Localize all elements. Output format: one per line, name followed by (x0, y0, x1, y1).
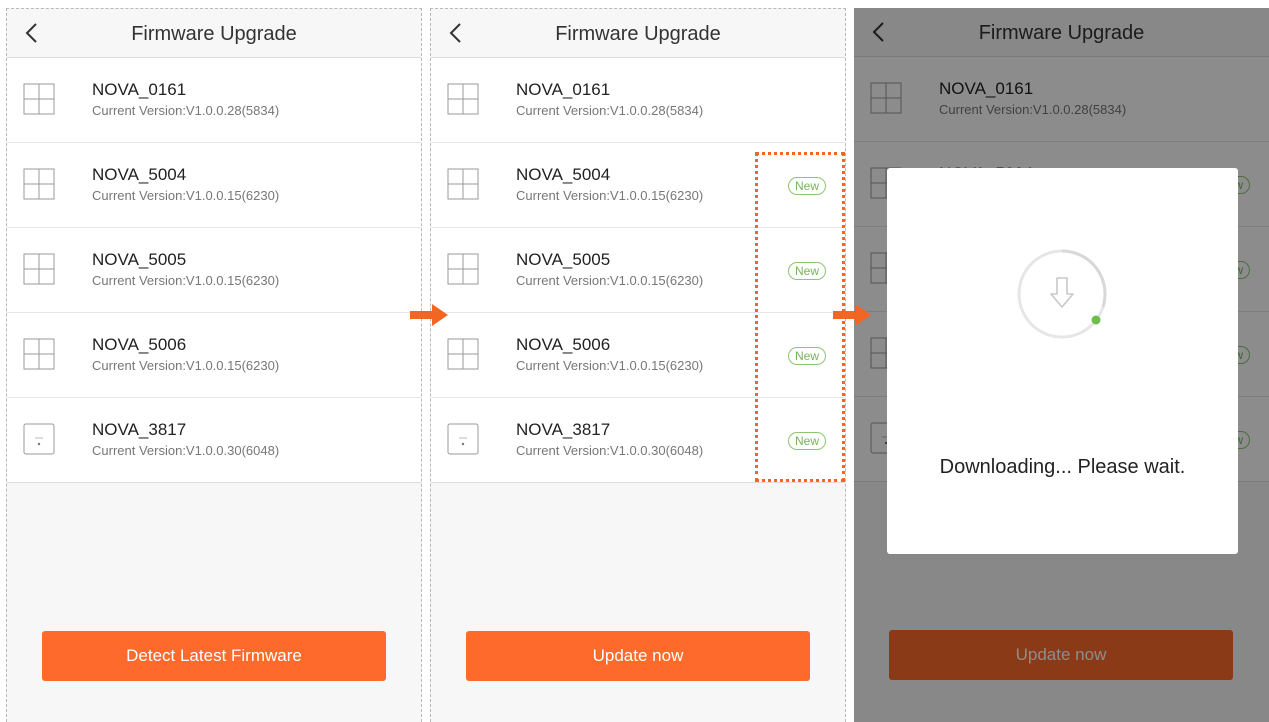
puck-device-icon (447, 423, 479, 455)
device-name: NOVA_5005 (516, 250, 611, 269)
arrow-right-icon (410, 304, 448, 326)
page-title: Firmware Upgrade (555, 23, 721, 45)
stage: Firmware Upgrade NOVA_0161 Current Versi… (0, 0, 1269, 722)
new-badge-highlight-box (755, 152, 845, 482)
device-name: NOVA_3817 (92, 420, 187, 439)
list-item[interactable]: NOVA_0161 Current Version:V1.0.0.28(5834… (431, 58, 845, 143)
device-version: Current Version:V1.0.0.28(5834) (516, 103, 704, 118)
download-dialog: Downloading... Please wait. (887, 168, 1238, 554)
device-name: NOVA_5006 (92, 335, 187, 354)
grid-device-icon (23, 83, 55, 115)
list-item[interactable]: NOVA_3817 Current Version:V1.0.0.30(6048… (7, 398, 421, 483)
device-name: NOVA_0161 (92, 80, 187, 99)
grid-device-icon (447, 338, 479, 370)
detect-latest-firmware-button[interactable]: Detect Latest Firmware (42, 631, 386, 681)
screen-detect: Firmware Upgrade NOVA_0161 Current Versi… (6, 8, 422, 722)
list-item[interactable]: NOVA_0161 Current Version:V1.0.0.28(5834… (7, 58, 421, 143)
update-now-button[interactable]: Update now (466, 631, 810, 681)
grid-device-icon (447, 253, 479, 285)
download-progress-icon (1017, 249, 1107, 339)
device-version: Current Version:V1.0.0.30(6048) (92, 443, 280, 458)
puck-device-icon (23, 423, 55, 455)
device-name: NOVA_5004 (92, 165, 187, 184)
grid-device-icon (447, 168, 479, 200)
list-item[interactable]: NOVA_5004 Current Version:V1.0.0.15(6230… (7, 143, 421, 228)
header: Firmware Upgrade (7, 9, 421, 58)
grid-device-icon (23, 338, 55, 370)
device-name: NOVA_5004 (516, 165, 611, 184)
device-name: NOVA_0161 (516, 80, 611, 99)
downloading-message: Downloading... Please wait. (939, 456, 1186, 478)
device-version: Current Version:V1.0.0.15(6230) (516, 358, 704, 373)
header: Firmware Upgrade (431, 9, 845, 58)
device-name: NOVA_5005 (92, 250, 187, 269)
device-version: Current Version:V1.0.0.30(6048) (516, 443, 704, 458)
arrow-right-icon (833, 304, 871, 326)
grid-device-icon (23, 168, 55, 200)
grid-device-icon (23, 253, 55, 285)
device-version: Current Version:V1.0.0.15(6230) (516, 188, 704, 203)
device-name: NOVA_5006 (516, 335, 611, 354)
device-name: NOVA_3817 (516, 420, 611, 439)
device-version: Current Version:V1.0.0.15(6230) (92, 273, 280, 288)
device-version: Current Version:V1.0.0.15(6230) (516, 273, 704, 288)
device-list: NOVA_0161 Current Version:V1.0.0.28(5834… (7, 58, 421, 483)
list-item[interactable]: NOVA_5005 Current Version:V1.0.0.15(6230… (7, 228, 421, 313)
grid-device-icon (447, 83, 479, 115)
device-version: Current Version:V1.0.0.28(5834) (92, 103, 280, 118)
device-version: Current Version:V1.0.0.15(6230) (92, 188, 280, 203)
list-item[interactable]: NOVA_5006 Current Version:V1.0.0.15(6230… (7, 313, 421, 398)
screen-downloading: Firmware Upgrade NOVA_0161 Current Versi… (854, 8, 1269, 722)
device-version: Current Version:V1.0.0.15(6230) (92, 358, 280, 373)
page-title: Firmware Upgrade (131, 23, 297, 45)
